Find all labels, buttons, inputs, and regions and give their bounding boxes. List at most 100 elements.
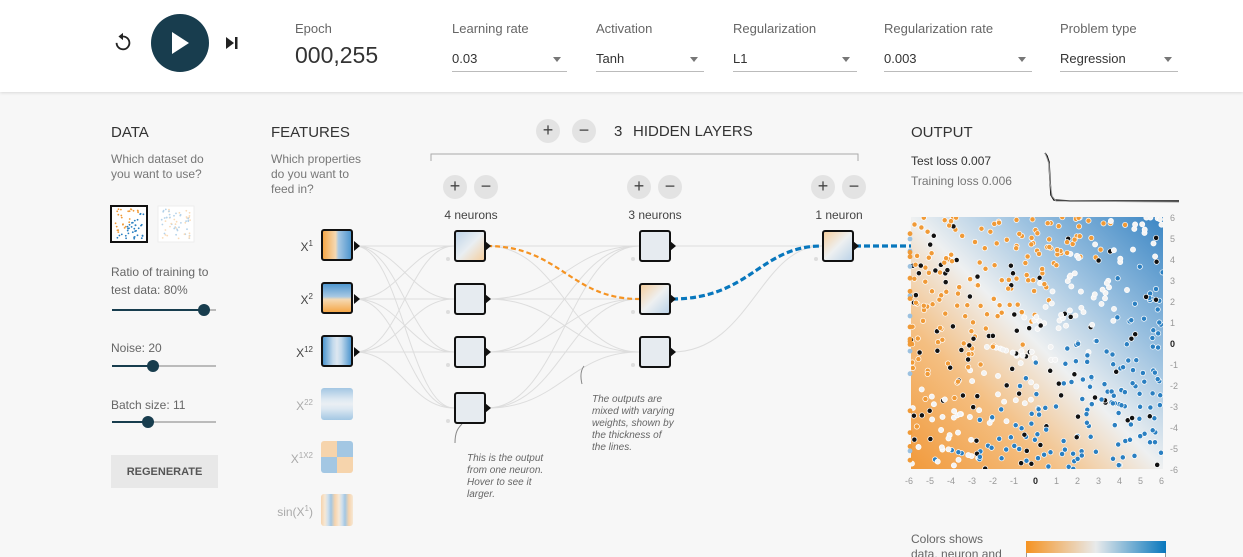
loss-curve	[1044, 152, 1180, 203]
data-point	[1036, 274, 1043, 281]
x-tick-label: 4	[1117, 476, 1123, 486]
data-point	[1076, 233, 1083, 240]
neuron-layer1-4[interactable]	[454, 392, 486, 424]
data-point	[1102, 295, 1108, 302]
x-tick-label: -5	[926, 476, 935, 486]
data-point	[927, 436, 934, 442]
data-point	[1131, 452, 1138, 459]
layer1-add-neuron-button[interactable]: +	[443, 175, 467, 199]
data-point	[1068, 379, 1075, 385]
data-point	[1071, 371, 1078, 378]
data-point	[929, 301, 936, 308]
data-point	[976, 259, 983, 266]
layer3-add-neuron-button[interactable]: +	[811, 175, 835, 199]
data-point	[962, 313, 969, 320]
data-point	[1121, 389, 1128, 396]
data-point	[1042, 303, 1049, 310]
neuron-layer1-1[interactable]	[454, 230, 486, 262]
data-point	[1054, 247, 1061, 253]
edge-data-point	[907, 231, 913, 237]
data-point	[1018, 309, 1025, 316]
neuron-layer2-1[interactable]	[639, 230, 671, 262]
data-point	[1153, 258, 1160, 265]
data-point	[948, 218, 954, 225]
data-point	[1111, 422, 1118, 429]
data-point	[982, 325, 989, 332]
data-point	[1127, 436, 1133, 443]
output-heatmap[interactable]	[911, 217, 1163, 469]
data-point	[1071, 236, 1078, 243]
data-point	[1030, 277, 1037, 284]
neuron-layer2-2[interactable]	[639, 283, 671, 315]
data-point	[1013, 217, 1020, 223]
x-tick-label: 5	[1138, 476, 1144, 486]
data-point	[1033, 314, 1040, 320]
data-point	[966, 414, 973, 420]
data-point	[1083, 419, 1090, 426]
add-layer-button[interactable]: +	[536, 119, 560, 143]
data-point	[1124, 287, 1130, 293]
data-point	[982, 265, 989, 272]
data-point	[955, 429, 961, 436]
color-legend-scale	[1026, 553, 1166, 557]
data-point	[977, 361, 984, 368]
data-point	[1110, 247, 1117, 254]
neuron-l2-1-arrow-icon	[670, 241, 676, 251]
data-point	[956, 284, 963, 291]
data-point	[1046, 244, 1053, 250]
test-loss: Test loss 0.007	[911, 154, 992, 168]
data-point	[1025, 277, 1032, 284]
x-tick-label: -2	[989, 476, 998, 486]
neuron-layer3-1[interactable]	[822, 230, 854, 262]
layer1-remove-neuron-button[interactable]: −	[474, 175, 498, 199]
data-point	[995, 391, 1001, 398]
data-point	[1101, 381, 1108, 388]
data-point	[1046, 236, 1053, 243]
data-point	[920, 217, 927, 221]
y-tick-label: 6	[1170, 213, 1176, 223]
data-point	[1063, 322, 1069, 329]
data-point	[1047, 343, 1054, 350]
data-point	[1027, 396, 1034, 403]
data-point	[1136, 415, 1143, 422]
data-point	[998, 455, 1005, 462]
neuron-layer1-2[interactable]	[454, 283, 486, 315]
data-point	[1018, 348, 1025, 355]
data-point	[1036, 250, 1042, 257]
data-point	[1042, 404, 1049, 411]
x-tick-label: -3	[968, 476, 977, 486]
hidden-layers-bracket	[430, 153, 859, 161]
data-point	[1117, 255, 1124, 262]
data-point	[1064, 249, 1071, 256]
data-point	[948, 251, 955, 258]
data-point	[967, 276, 974, 283]
data-point	[1003, 382, 1010, 389]
feature-x2-output-arrow-icon	[354, 294, 360, 304]
data-point	[1087, 383, 1093, 390]
layer2-remove-neuron-button[interactable]: −	[658, 175, 682, 199]
layer3-remove-neuron-button[interactable]: −	[842, 175, 866, 199]
layer2-add-neuron-button[interactable]: +	[627, 175, 651, 199]
data-point	[1028, 241, 1035, 248]
data-point	[999, 346, 1006, 353]
edge-data-point	[907, 339, 913, 344]
remove-layer-button[interactable]: −	[572, 119, 596, 143]
neuron-layer1-3[interactable]	[454, 336, 486, 368]
data-point	[1159, 269, 1163, 276]
data-point	[976, 453, 983, 460]
data-point	[1060, 380, 1067, 387]
data-point	[1013, 275, 1020, 282]
data-point	[1075, 255, 1082, 261]
feature-x1-squared-output-arrow-icon	[354, 347, 360, 357]
data-point	[957, 411, 963, 418]
y-tick-label: -6	[1170, 465, 1179, 475]
data-point	[1123, 341, 1130, 348]
data-point	[1098, 300, 1105, 307]
neuron-layer2-3[interactable]	[639, 336, 671, 368]
data-point	[1037, 442, 1044, 448]
data-point	[1011, 442, 1018, 449]
colors-caption-line2: data, neuron and	[911, 547, 1002, 557]
x-tick-label: 0	[1033, 476, 1039, 486]
data-point	[934, 458, 941, 465]
data-point	[1041, 451, 1048, 458]
